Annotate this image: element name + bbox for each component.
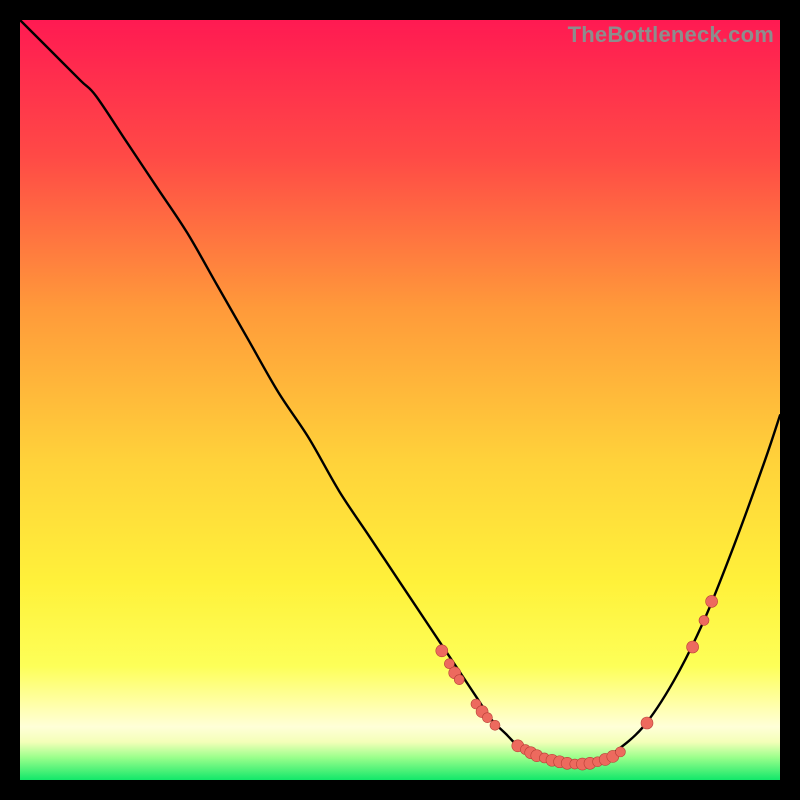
data-marker bbox=[706, 595, 718, 607]
gradient-background bbox=[20, 20, 780, 780]
watermark-label: TheBottleneck.com bbox=[568, 22, 774, 48]
chart-frame: TheBottleneck.com bbox=[20, 20, 780, 780]
chart-svg bbox=[20, 20, 780, 780]
data-marker bbox=[699, 615, 709, 625]
data-marker bbox=[482, 713, 492, 723]
data-marker bbox=[454, 675, 464, 685]
data-marker bbox=[687, 641, 699, 653]
data-marker bbox=[436, 645, 448, 657]
data-marker bbox=[641, 717, 653, 729]
data-marker bbox=[490, 720, 500, 730]
data-marker bbox=[615, 747, 625, 757]
